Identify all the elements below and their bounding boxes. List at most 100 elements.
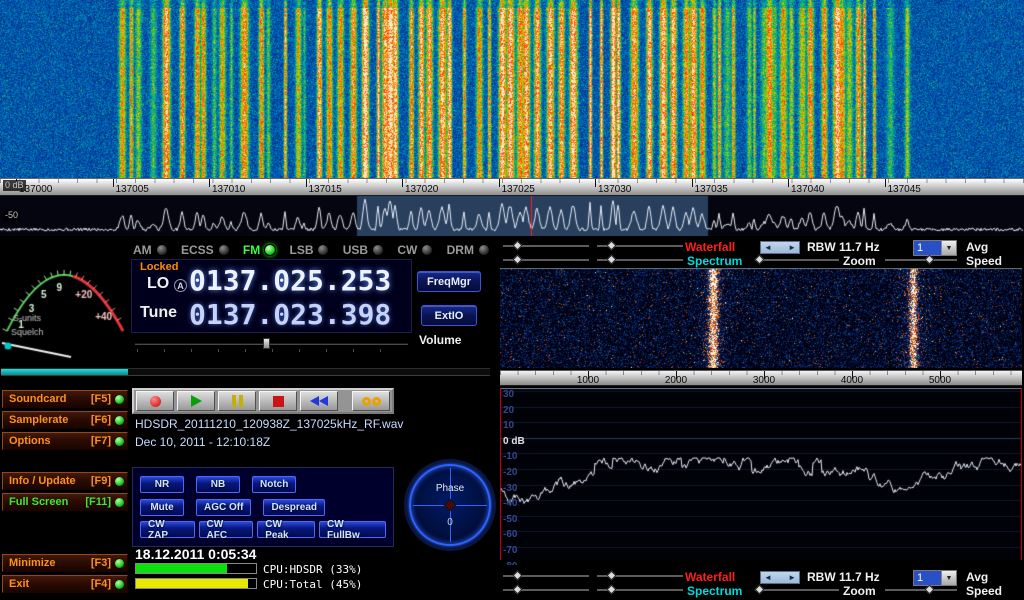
options-button[interactable]: Options [F7] — [2, 432, 128, 450]
info-update-button[interactable]: Info / Update [F9] — [2, 472, 128, 490]
display-control-bar-bottom: Waterfall ◄ ► RBW 11.7 Hz 1 ▼ Avg Spectr… — [497, 565, 1024, 600]
mode-fm[interactable]: FM — [243, 243, 276, 257]
scale-label: 4000 — [841, 375, 863, 386]
waterfall-contrast-slider[interactable] — [597, 570, 683, 582]
record-button[interactable] — [136, 391, 174, 411]
loop-button[interactable] — [352, 391, 390, 411]
mode-drm-led-icon[interactable] — [478, 244, 490, 256]
nr-button[interactable]: NR — [140, 476, 184, 493]
scale-tick — [692, 179, 693, 187]
zoom-slider[interactable] — [755, 584, 839, 596]
scale-label: 137020 — [405, 184, 438, 195]
speed-slider[interactable] — [885, 254, 957, 266]
mode-usb[interactable]: USB — [343, 243, 384, 257]
rbw-spinner[interactable]: ◄ ► — [760, 241, 800, 254]
play-button[interactable] — [177, 391, 215, 411]
scale-label: 3000 — [753, 375, 775, 386]
spectrum-label[interactable]: Spectrum — [687, 254, 742, 268]
mode-lsb[interactable]: LSB — [289, 243, 329, 257]
play-icon — [191, 395, 202, 407]
mode-am-led-icon[interactable] — [156, 244, 168, 256]
cw-afc-button[interactable]: CW AFC — [199, 521, 254, 538]
zoom-slider[interactable] — [755, 254, 839, 266]
exit-led-icon — [115, 580, 124, 589]
combo-dropdown-icon[interactable]: ▼ — [941, 571, 956, 585]
rewind-button[interactable] — [300, 391, 338, 411]
minimize-button[interactable]: Minimize [F3] — [2, 554, 128, 572]
despread-button[interactable]: Despread — [263, 499, 325, 516]
mode-ecss[interactable]: ECSS — [181, 243, 230, 257]
af-frequency-scale[interactable]: 10002000300040005000 — [500, 370, 1022, 386]
dsp-row-1: NR NB Notch — [140, 476, 386, 493]
agc-off-button[interactable]: AGC Off — [196, 499, 251, 516]
scale-label: 137040 — [791, 184, 824, 195]
mode-am[interactable]: AM — [133, 243, 168, 257]
spectrum-upper-slider[interactable] — [503, 254, 589, 266]
waterfall-brightness-slider[interactable] — [503, 570, 589, 582]
mode-cw[interactable]: CW — [397, 243, 433, 257]
rbw-decrease-arrow-icon[interactable]: ◄ — [764, 574, 772, 582]
stop-button[interactable] — [259, 391, 297, 411]
mode-cw-label: CW — [397, 243, 417, 257]
pause-button[interactable] — [218, 391, 256, 411]
tune-frequency-value[interactable]: 0137.023.398 — [189, 298, 391, 331]
waterfall-contrast-slider[interactable] — [597, 240, 683, 252]
dsp-row-2: Mute AGC Off Despread — [140, 499, 386, 516]
mode-fm-led-icon[interactable] — [264, 244, 276, 256]
af-waterfall-display[interactable] — [500, 268, 1022, 368]
mode-ecss-label: ECSS — [181, 243, 214, 257]
lo-frequency-value[interactable]: 0137.025.253 — [189, 264, 391, 297]
waterfall-label[interactable]: Waterfall — [685, 570, 735, 584]
recording-file-name: HDSDR_20111210_120938Z_137025kHz_RF.wav — [135, 417, 403, 431]
samplerate-button[interactable]: Samplerate [F6] — [2, 411, 128, 429]
combo-dropdown-icon[interactable]: ▼ — [941, 241, 956, 255]
spectrum-lower-slider[interactable] — [597, 254, 683, 266]
fullscreen-button[interactable]: Full Screen [F11] — [2, 493, 128, 511]
mode-usb-led-icon[interactable] — [372, 244, 384, 256]
af-spectrum-display[interactable] — [500, 388, 1022, 560]
rbw-increase-arrow-icon[interactable]: ► — [788, 244, 796, 252]
rf-spectrum-display[interactable] — [0, 196, 1024, 236]
volume-slider-thumb[interactable] — [263, 338, 270, 349]
vfo-a-badge[interactable]: A — [174, 279, 187, 292]
mode-cw-led-icon[interactable] — [421, 244, 433, 256]
cpu-hdsdr-fill — [136, 564, 227, 573]
cw-fullbw-button[interactable]: CW FullBw — [319, 521, 386, 538]
cw-peak-button[interactable]: CW Peak — [257, 521, 315, 538]
squelch-slider[interactable] — [1, 368, 490, 376]
rbw-decrease-arrow-icon[interactable]: ◄ — [764, 244, 772, 252]
soundcard-button[interactable]: Soundcard [F5] — [2, 390, 128, 408]
locked-indicator[interactable]: Locked — [140, 261, 179, 273]
mode-drm[interactable]: DRM — [447, 243, 490, 257]
cw-zap-button[interactable]: CW ZAP — [140, 521, 195, 538]
s-meter[interactable] — [1, 239, 131, 365]
samplerate-led-icon — [115, 416, 124, 425]
spectrum-label[interactable]: Spectrum — [687, 584, 742, 598]
spectrum-lower-slider[interactable] — [597, 584, 683, 596]
rbw-increase-arrow-icon[interactable]: ► — [788, 574, 796, 582]
rf-frequency-scale[interactable]: 1370001370051370101370151370201370251370… — [0, 178, 1024, 196]
phase-scope[interactable]: Phase 0 — [406, 461, 494, 549]
spectrum-upper-slider[interactable] — [503, 584, 589, 596]
mute-button[interactable]: Mute — [140, 499, 184, 516]
scale-tick — [499, 179, 500, 187]
options-led-icon — [115, 437, 124, 446]
scale-tick — [306, 179, 307, 187]
rbw-spinner[interactable]: ◄ ► — [760, 571, 800, 584]
volume-slider[interactable] — [135, 337, 408, 351]
scale-label: 5000 — [929, 375, 951, 386]
exit-button[interactable]: Exit [F4] — [2, 575, 128, 593]
nb-button[interactable]: NB — [196, 476, 240, 493]
extio-button[interactable]: ExtIO — [421, 305, 477, 326]
avg-selected-value: 1 — [914, 241, 941, 255]
waterfall-brightness-slider[interactable] — [503, 240, 589, 252]
freqmgr-button[interactable]: FreqMgr — [417, 271, 481, 292]
speed-slider[interactable] — [885, 584, 957, 596]
rf-waterfall-display[interactable] — [0, 0, 1024, 178]
notch-button[interactable]: Notch — [252, 476, 296, 493]
fullscreen-button-key: [F11] — [85, 496, 111, 508]
mode-lsb-led-icon[interactable] — [317, 244, 329, 256]
frequency-display-panel: Locked LO A 0137.025.253 Tune 0137.023.3… — [131, 259, 412, 333]
mode-ecss-led-icon[interactable] — [218, 244, 230, 256]
waterfall-label[interactable]: Waterfall — [685, 240, 735, 254]
